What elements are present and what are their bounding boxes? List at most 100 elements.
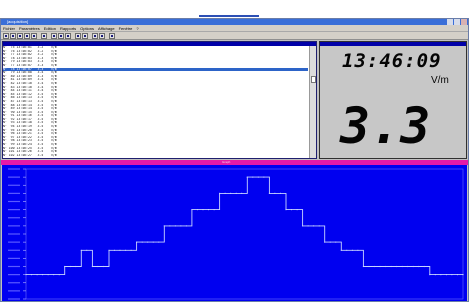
data-point [340, 249, 342, 251]
data-point [290, 209, 293, 211]
play-icon[interactable] [31, 33, 37, 39]
chart-svg [2, 165, 467, 301]
measurement-log-list[interactable]: N° 75 13:46:01 3.2 V/m N° 76 13:46:02 3.2… [3, 46, 308, 158]
new-icon[interactable] [3, 33, 9, 39]
data-point [307, 225, 309, 227]
menu-item-options[interactable]: Options [78, 25, 96, 32]
zoom-out-icon[interactable] [82, 33, 88, 39]
data-point [185, 225, 187, 227]
data-point [125, 249, 127, 251]
field-strength-readout: 3.3 [340, 97, 431, 155]
export-icon[interactable] [99, 33, 105, 39]
data-point [163, 225, 165, 227]
data-point [440, 274, 442, 276]
data-point [241, 192, 243, 194]
save-icon[interactable] [17, 33, 23, 39]
data-point [80, 249, 82, 251]
data-point [42, 274, 44, 276]
header-link-underline [199, 15, 259, 17]
log-row[interactable]: N° 102 13:46:27 3.5 V/m [3, 154, 308, 158]
data-point [75, 265, 77, 268]
data-point [64, 265, 66, 268]
data-point [207, 209, 210, 211]
data-point [174, 225, 176, 227]
menu-item-fenetre[interactable]: Fenêtre [117, 25, 135, 32]
data-point [224, 192, 226, 194]
data-point [368, 265, 370, 268]
data-point [373, 265, 376, 268]
zoom-in-icon[interactable] [75, 33, 81, 39]
display-panel-header [320, 42, 466, 46]
data-point [385, 265, 387, 268]
data-point [36, 274, 38, 276]
table-icon[interactable] [58, 33, 64, 39]
data-point [180, 225, 182, 227]
menu-item-affichage[interactable]: Affichage [96, 25, 117, 32]
menu-item-edition[interactable]: Edition [42, 25, 58, 32]
data-point [219, 192, 221, 194]
data-point [119, 249, 121, 251]
data-point [407, 265, 409, 268]
data-point [318, 225, 320, 227]
chart-icon[interactable] [51, 33, 57, 39]
data-point [246, 176, 248, 178]
data-point [390, 265, 392, 268]
menu-item-help[interactable]: ? [134, 25, 140, 32]
open-icon[interactable] [10, 33, 16, 39]
data-point [130, 249, 132, 251]
data-point [252, 176, 254, 178]
data-point [202, 209, 204, 211]
data-point [418, 265, 420, 268]
log-scrollbar[interactable] [309, 46, 316, 158]
data-point [158, 241, 160, 243]
data-point [401, 265, 403, 268]
header-link[interactable] [199, 0, 259, 16]
data-point [147, 241, 149, 243]
data-point [30, 274, 33, 276]
data-point [346, 249, 348, 251]
data-point [102, 265, 104, 268]
data-point [91, 265, 93, 268]
field-strength-chart [2, 165, 467, 301]
data-point [141, 241, 143, 243]
data-point [69, 265, 71, 268]
data-point [429, 274, 431, 276]
measurement-log-panel: N° 75 13:46:01 3.2 V/m N° 76 13:46:02 3.2… [2, 41, 317, 159]
log-scrollbar-thumb[interactable] [311, 76, 316, 83]
menu-bar: Fichier Paramètres Edition Rapports Opti… [1, 25, 468, 32]
data-point [445, 274, 447, 276]
settings-icon[interactable] [65, 33, 71, 39]
app-window: [acquisition] Fichier Paramètres Edition… [0, 18, 469, 302]
menu-item-rapports[interactable]: Rapports [58, 25, 78, 32]
print-icon[interactable] [24, 33, 30, 39]
clock-display: 13:46:09 [342, 50, 442, 72]
data-point [113, 249, 116, 251]
data-point [451, 274, 453, 276]
data-point [230, 192, 232, 194]
data-point [235, 192, 237, 194]
data-point [108, 249, 110, 251]
data-point [25, 274, 27, 276]
chart-background [2, 165, 467, 301]
data-point [296, 209, 298, 211]
data-point [191, 209, 193, 211]
data-point [423, 265, 425, 268]
data-point [302, 225, 304, 227]
unit-label: V/m [431, 75, 449, 86]
menu-item-fichier[interactable]: Fichier [1, 25, 17, 32]
data-point [329, 241, 331, 243]
help-icon[interactable] [109, 33, 115, 39]
stop-icon[interactable] [41, 33, 47, 39]
data-point [268, 192, 270, 194]
grid-icon[interactable] [92, 33, 98, 39]
screen: [acquisition] Fichier Paramètres Edition… [0, 0, 469, 302]
data-point [324, 241, 326, 243]
data-point [58, 274, 60, 276]
menu-item-parametres[interactable]: Paramètres [17, 25, 42, 32]
data-point [274, 192, 276, 194]
page-header [0, 0, 469, 18]
data-point [86, 249, 88, 251]
data-point [313, 225, 315, 227]
data-point [462, 274, 464, 276]
toolbar [1, 32, 468, 40]
